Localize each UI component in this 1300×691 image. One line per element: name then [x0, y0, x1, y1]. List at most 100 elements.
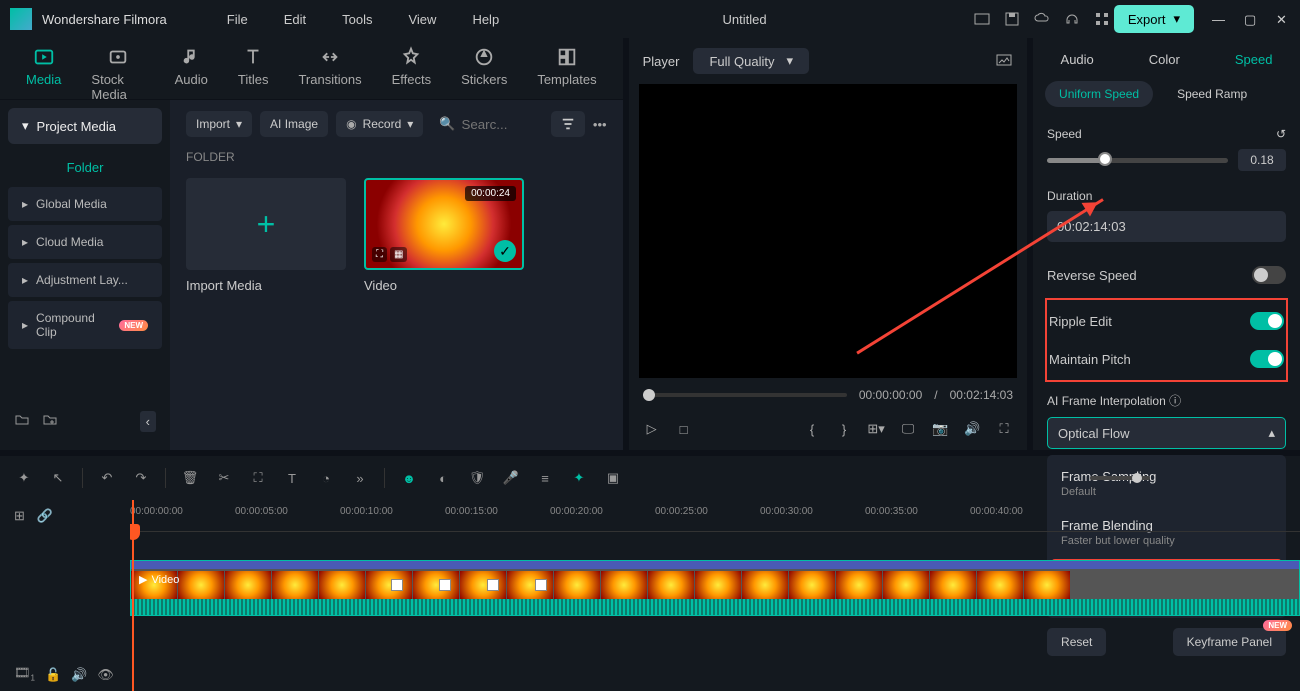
menu-help[interactable]: Help: [456, 12, 515, 27]
tab-stock-media[interactable]: Stock Media: [85, 46, 150, 99]
export-button[interactable]: Export▾: [1114, 5, 1194, 33]
crop-tool-icon[interactable]: ⛶: [248, 468, 268, 488]
sidebar-item-global-media[interactable]: ▸Global Media: [8, 187, 162, 221]
camera-icon[interactable]: 📷: [931, 420, 949, 438]
color-tool-icon[interactable]: ◐: [433, 468, 453, 488]
delete-icon[interactable]: 🗑: [180, 468, 200, 488]
ripple-edit-toggle[interactable]: [1250, 312, 1284, 330]
sidebar-item-adjustment-layer[interactable]: ▸Adjustment Lay...: [8, 263, 162, 297]
speed-label: Speed: [1047, 127, 1082, 141]
cut-icon[interactable]: ✂: [214, 468, 234, 488]
headphones-icon[interactable]: [1064, 11, 1080, 27]
track-film-icon[interactable]: 🎞1: [14, 665, 35, 683]
text-tool-icon[interactable]: T: [282, 468, 302, 488]
new-bin-icon[interactable]: [42, 412, 58, 431]
track-mute-icon[interactable]: 🔊: [71, 667, 87, 683]
minimize-icon[interactable]: —: [1212, 12, 1226, 26]
filter-button[interactable]: [551, 111, 585, 137]
undo-icon[interactable]: ↶: [97, 468, 117, 488]
mark-out-icon[interactable]: }: [835, 420, 853, 438]
crop-icon[interactable]: ⊞▾: [867, 420, 885, 438]
play-icon[interactable]: ▷: [643, 420, 661, 438]
stop-icon[interactable]: □: [675, 420, 693, 438]
search-input[interactable]: 🔍: [431, 110, 543, 138]
more-icon[interactable]: •••: [593, 117, 607, 132]
display-icon[interactable]: 🖵: [899, 420, 917, 438]
plus-icon: +: [257, 206, 276, 243]
voice-icon[interactable]: 🎤: [501, 468, 521, 488]
new-folder-icon[interactable]: [14, 412, 30, 431]
scrub-slider[interactable]: [643, 393, 847, 397]
duration-input[interactable]: 00:02:14:03: [1047, 211, 1286, 242]
redo-icon[interactable]: ↷: [131, 468, 151, 488]
project-media-header[interactable]: ▾Project Media: [8, 108, 162, 144]
video-track-clip[interactable]: ▶Video: [130, 560, 1300, 616]
reverse-speed-toggle[interactable]: [1252, 266, 1286, 284]
cloud-icon[interactable]: [1034, 11, 1050, 27]
zoom-slider[interactable]: [1090, 476, 1150, 480]
tl-shapes-icon[interactable]: ✦: [14, 468, 34, 488]
ai-interpolation-label: AI Frame Interpolation ⓘ: [1047, 392, 1181, 409]
tab-effects[interactable]: Effects: [386, 46, 438, 99]
fullscreen-icon[interactable]: ⛶: [995, 420, 1013, 438]
subtab-speed-ramp[interactable]: Speed Ramp: [1163, 81, 1261, 107]
tab-titles[interactable]: Titles: [232, 46, 275, 99]
tab-audio[interactable]: Audio: [169, 46, 214, 99]
tab-transitions[interactable]: Transitions: [292, 46, 367, 99]
volume-icon[interactable]: 🔊: [963, 420, 981, 438]
track-visibility-icon[interactable]: 👁: [97, 667, 114, 683]
tab-stickers[interactable]: Stickers: [455, 46, 513, 99]
maximize-icon[interactable]: ▢: [1244, 12, 1258, 26]
panel-tab-audio[interactable]: Audio: [1053, 48, 1102, 71]
mark-in-icon[interactable]: {: [803, 420, 821, 438]
mask-icon[interactable]: 🛡: [467, 468, 487, 488]
ai-image-button[interactable]: AI Image: [260, 111, 328, 137]
audio-tool-icon[interactable]: ≡: [535, 468, 555, 488]
tab-templates[interactable]: Templates: [531, 46, 602, 99]
ai-avatar-icon[interactable]: ☻: [399, 468, 419, 488]
info-icon[interactable]: ⓘ: [1169, 394, 1181, 408]
speed-value[interactable]: 0.18: [1238, 149, 1286, 171]
tl-link-icon[interactable]: 🔗: [37, 508, 53, 524]
menu-view[interactable]: View: [392, 12, 452, 27]
marker-icon[interactable]: ▣: [603, 468, 623, 488]
record-button[interactable]: ◉Record▾: [336, 111, 423, 137]
tab-media[interactable]: Media: [20, 46, 67, 99]
tl-mode-icon[interactable]: ⊞: [14, 508, 25, 524]
collapse-icon[interactable]: ‹: [140, 411, 156, 432]
menu-file[interactable]: File: [211, 12, 264, 27]
close-icon[interactable]: ✕: [1276, 12, 1290, 26]
layout-icon[interactable]: [974, 11, 990, 27]
folder-label[interactable]: Folder: [0, 150, 170, 185]
subtab-uniform-speed[interactable]: Uniform Speed: [1045, 81, 1153, 107]
preview-screen[interactable]: [639, 84, 1017, 378]
menu-edit[interactable]: Edit: [268, 12, 322, 27]
effects-tool-icon[interactable]: ✦: [569, 468, 589, 488]
timeline-ruler[interactable]: 00:00:00:00 00:00:05:00 00:00:10:00 00:0…: [130, 500, 1300, 532]
playhead[interactable]: [132, 500, 134, 691]
import-button[interactable]: Import▾: [186, 111, 252, 137]
track-lock-icon[interactable]: 🔓: [45, 667, 61, 683]
interpolation-select[interactable]: Optical Flow▴: [1047, 417, 1286, 449]
menu-tools[interactable]: Tools: [326, 12, 388, 27]
speed-slider[interactable]: [1047, 158, 1228, 163]
tl-cursor-icon[interactable]: ↖: [48, 468, 68, 488]
audio-icon: [180, 46, 202, 68]
video-tile[interactable]: 00:00:24 ⛶▦ ✓ Video: [364, 178, 524, 293]
sidebar-item-compound-clip[interactable]: ▸Compound ClipNEW: [8, 301, 162, 349]
speed-tool-icon[interactable]: ◔: [316, 468, 336, 488]
reset-speed-icon[interactable]: ↺: [1276, 127, 1286, 141]
panel-tab-speed[interactable]: Speed: [1227, 48, 1281, 71]
duration-badge: 00:00:24: [465, 186, 516, 201]
import-media-tile[interactable]: + Import Media: [186, 178, 346, 293]
save-icon[interactable]: [1004, 11, 1020, 27]
quality-select[interactable]: Full Quality▾: [693, 48, 809, 74]
maintain-pitch-toggle[interactable]: [1250, 350, 1284, 368]
new-badge: NEW: [119, 320, 148, 331]
sidebar-item-cloud-media[interactable]: ▸Cloud Media: [8, 225, 162, 259]
timeline-tracks[interactable]: 00:00:00:00 00:00:05:00 00:00:10:00 00:0…: [130, 500, 1300, 691]
more-tools-icon[interactable]: »: [350, 468, 370, 488]
panel-tab-color[interactable]: Color: [1141, 48, 1188, 71]
apps-icon[interactable]: [1094, 11, 1110, 27]
snapshot-icon[interactable]: [995, 51, 1013, 72]
